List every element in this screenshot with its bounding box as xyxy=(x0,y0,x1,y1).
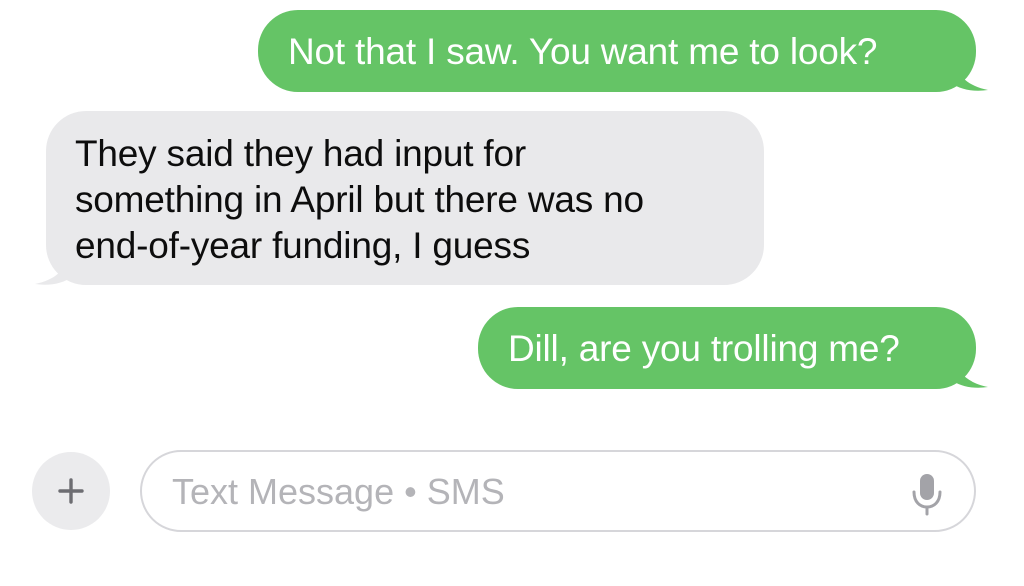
bubble-tail-icon xyxy=(950,62,988,91)
sent-message-bubble[interactable]: Not that I saw. You want me to look? xyxy=(258,10,976,92)
compose-bar: Text Message • SMS xyxy=(0,440,1024,560)
message-text: They said they had input for something i… xyxy=(75,133,644,266)
bubble-tail-icon xyxy=(950,359,988,388)
sent-message-bubble[interactable]: Dill, are you trolling me? xyxy=(478,307,976,389)
add-attachment-button[interactable] xyxy=(32,452,110,530)
message-text: Not that I saw. You want me to look? xyxy=(288,31,878,72)
microphone-icon[interactable] xyxy=(910,472,944,516)
message-input[interactable]: Text Message • SMS xyxy=(140,450,976,532)
bubble-tail-icon xyxy=(35,256,73,285)
message-input-placeholder: Text Message • SMS xyxy=(172,471,505,512)
received-message-bubble[interactable]: They said they had input for something i… xyxy=(46,111,764,285)
messages-screen: Not that I saw. You want me to look? The… xyxy=(0,0,1024,586)
plus-icon xyxy=(58,478,84,504)
message-text: Dill, are you trolling me? xyxy=(508,328,900,369)
